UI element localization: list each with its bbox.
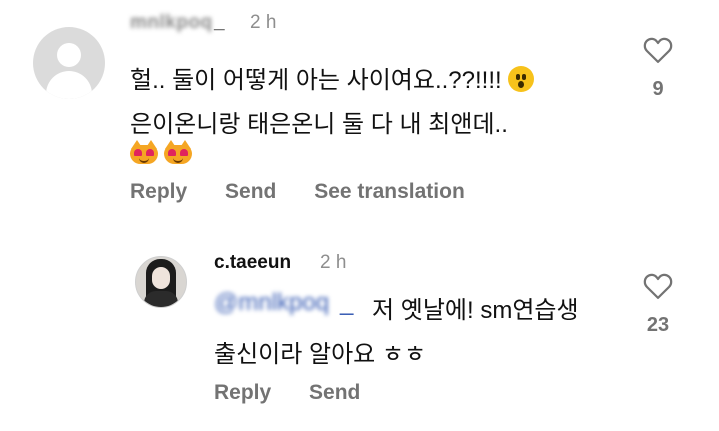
profile-photo-avatar[interactable] (135, 256, 187, 308)
default-avatar[interactable] (33, 27, 105, 99)
comment-text-line-2: 은이온니랑 태은온니 둘 다 내 최앤데.. (130, 111, 508, 138)
mention-redacted[interactable]: @mnlkpoq (214, 289, 329, 317)
comment-text-1: 헐.. 둘이 어떻게 아는 사이여요..??!!!! (130, 67, 502, 94)
avatar-shoulders-shape (46, 71, 92, 99)
send-button[interactable]: Send (309, 381, 360, 404)
send-button[interactable]: Send (225, 180, 276, 203)
comment-username-redacted[interactable]: mnlkpoq (130, 12, 213, 34)
see-translation-button[interactable]: See translation (314, 180, 465, 203)
reply-button[interactable]: Reply (214, 381, 271, 404)
heart-eyes-cat-emoji-icon (130, 140, 158, 164)
comment-actions: Reply Send See translation (130, 180, 497, 204)
reply-timestamp: 2 h (320, 252, 347, 273)
like-count: 9 (652, 78, 664, 100)
heart-eyes-cat-emoji-icon (164, 140, 192, 164)
avatar-head-shape (57, 43, 81, 67)
reply-actions: Reply Send (214, 381, 392, 405)
reply-username[interactable]: c.taeeun (214, 252, 291, 274)
comment-username-suffix[interactable]: _ (214, 12, 225, 34)
comment-timestamp: 2 h (250, 12, 277, 33)
like-heart-icon[interactable] (643, 272, 673, 300)
comment-text-line-1: 헐.. 둘이 어떻게 아는 사이여요..??!!!! (130, 60, 535, 95)
comment-emoji-line (130, 140, 198, 171)
mention-suffix[interactable]: _ (340, 289, 353, 317)
reply-text-line-1: 저 옛날에! sm연습생 (372, 297, 579, 324)
like-heart-icon[interactable] (643, 36, 673, 64)
reply-text-line-2: 출신이라 알아요 ㅎㅎ (214, 341, 427, 368)
surprised-face-emoji-icon (508, 66, 535, 92)
like-count: 23 (646, 314, 670, 336)
reply-button[interactable]: Reply (130, 180, 187, 203)
